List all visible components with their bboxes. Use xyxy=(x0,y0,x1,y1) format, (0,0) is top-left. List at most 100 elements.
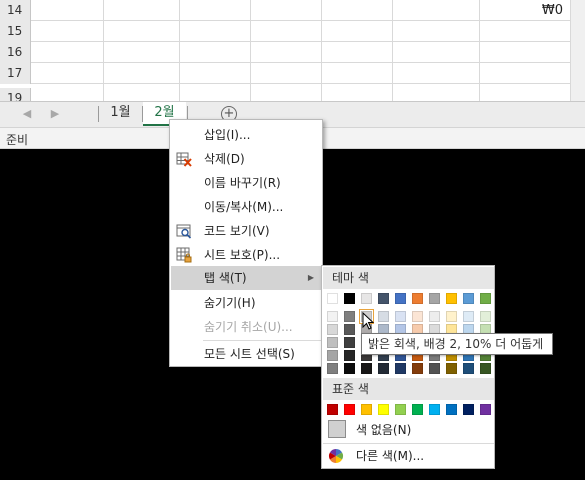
more-colors-button[interactable]: 다른 색(M)... xyxy=(323,444,494,468)
color-swatch[interactable] xyxy=(344,350,355,361)
menu-item-move-copy[interactable]: 이동/복사(M)... xyxy=(171,195,322,219)
color-swatch[interactable] xyxy=(412,404,423,415)
grid-row[interactable]: 17 xyxy=(0,63,585,84)
color-swatch[interactable] xyxy=(463,404,474,415)
menu-item-label: 탭 색(T) xyxy=(204,271,247,285)
color-swatch[interactable] xyxy=(395,363,406,374)
color-swatch[interactable] xyxy=(480,363,491,374)
worksheet-grid[interactable]: 14 ₩0 15 16 17 19 xyxy=(0,0,585,101)
color-swatch[interactable] xyxy=(480,404,491,415)
color-tooltip: 밝은 회색, 배경 2, 10% 더 어둡게 xyxy=(361,333,553,355)
grid-row[interactable]: 16 xyxy=(0,42,585,63)
status-text: 준비 xyxy=(6,133,29,147)
row-header[interactable]: 19 xyxy=(0,88,31,101)
color-swatch[interactable] xyxy=(395,293,406,304)
chevron-right-icon: ▶ xyxy=(307,273,314,282)
column-gridline xyxy=(321,0,322,101)
no-color-swatch-icon xyxy=(328,420,346,438)
menu-item-tab-color[interactable]: 탭 색(T) ▶ xyxy=(171,266,322,290)
row-header[interactable]: 15 xyxy=(0,21,31,42)
color-swatch[interactable] xyxy=(429,293,440,304)
color-swatch[interactable] xyxy=(412,293,423,304)
menu-item-unhide: 숨기기 취소(U)... xyxy=(171,315,322,339)
color-swatch[interactable] xyxy=(480,311,491,322)
menu-item-insert[interactable]: 삽입(I)... xyxy=(171,123,322,147)
color-swatch[interactable] xyxy=(429,363,440,374)
protect-sheet-icon xyxy=(176,247,192,263)
color-swatch[interactable] xyxy=(327,293,338,304)
menu-item-label: 삭제(D) xyxy=(204,152,245,166)
mouse-cursor-icon xyxy=(362,312,374,330)
color-swatch[interactable] xyxy=(446,311,457,322)
menu-item-view-code[interactable]: 코드 보기(V) xyxy=(171,219,322,243)
grid-row[interactable]: 15 xyxy=(0,21,585,42)
row-header[interactable]: 17 xyxy=(0,63,31,84)
color-swatch[interactable] xyxy=(327,404,338,415)
color-swatch[interactable] xyxy=(344,324,355,335)
color-swatch[interactable] xyxy=(463,293,474,304)
menu-item-delete[interactable]: 삭제(D) xyxy=(171,147,322,171)
color-swatch[interactable] xyxy=(446,363,457,374)
chevron-left-icon[interactable]: ◀ xyxy=(18,105,36,123)
row-header[interactable]: 14 xyxy=(0,0,31,21)
delete-sheet-icon xyxy=(176,152,192,167)
color-swatch[interactable] xyxy=(395,404,406,415)
menu-item-label: 숨기기(H) xyxy=(204,296,256,310)
column-gridline xyxy=(103,0,104,101)
row-header[interactable]: 16 xyxy=(0,42,31,63)
color-swatch[interactable] xyxy=(327,350,338,361)
menu-item-hide[interactable]: 숨기기(H) xyxy=(171,291,322,315)
cell-value[interactable]: ₩0 xyxy=(542,0,563,21)
color-swatch[interactable] xyxy=(344,363,355,374)
color-swatch[interactable] xyxy=(378,311,389,322)
color-swatch[interactable] xyxy=(480,293,491,304)
color-swatch[interactable] xyxy=(446,293,457,304)
color-swatch[interactable] xyxy=(463,363,474,374)
grid-row[interactable]: 19 xyxy=(0,84,585,101)
color-swatch[interactable] xyxy=(395,311,406,322)
no-color-label: 색 없음(N) xyxy=(356,423,412,437)
color-swatch[interactable] xyxy=(344,293,355,304)
color-swatch[interactable] xyxy=(361,293,372,304)
sheet-tab-1[interactable]: 1월 xyxy=(99,102,142,126)
menu-item-rename[interactable]: 이름 바꾸기(R) xyxy=(171,171,322,195)
column-gridline xyxy=(179,0,180,101)
color-swatch[interactable] xyxy=(412,311,423,322)
color-swatch[interactable] xyxy=(327,337,338,348)
color-swatch[interactable] xyxy=(327,311,338,322)
standard-colors-header: 표준 색 xyxy=(323,378,494,400)
view-code-icon xyxy=(176,224,192,239)
vertical-scrollbar[interactable] xyxy=(570,0,585,101)
color-swatch[interactable] xyxy=(378,404,389,415)
color-swatch[interactable] xyxy=(446,404,457,415)
color-swatch[interactable] xyxy=(361,404,372,415)
color-swatch[interactable] xyxy=(378,363,389,374)
chevron-right-icon[interactable]: ▶ xyxy=(46,105,64,123)
column-gridline xyxy=(250,0,251,101)
color-swatch[interactable] xyxy=(412,363,423,374)
color-swatch[interactable] xyxy=(429,404,440,415)
menu-item-label: 코드 보기(V) xyxy=(204,224,270,238)
color-swatch[interactable] xyxy=(361,363,372,374)
sheet-context-menu: 삽입(I)... 삭제(D) 이름 바꾸기(R) 이동/복사(M)... 코드 … xyxy=(169,119,323,367)
menu-item-label: 이름 바꾸기(R) xyxy=(204,176,281,190)
color-swatch[interactable] xyxy=(344,404,355,415)
color-palette-icon xyxy=(329,449,343,463)
menu-item-select-all-sheets[interactable]: 모든 시트 선택(S) xyxy=(171,342,322,366)
tab-color-panel: 테마 색 표준 색 색 없음(N) 다른 색(M)... xyxy=(321,265,495,469)
menu-item-label: 시트 보호(P)... xyxy=(204,248,281,262)
no-color-button[interactable]: 색 없음(N) xyxy=(323,418,494,442)
color-swatch[interactable] xyxy=(344,311,355,322)
menu-item-protect-sheet[interactable]: 시트 보호(P)... xyxy=(171,243,322,267)
menu-item-label: 삽입(I)... xyxy=(204,128,251,142)
color-swatch[interactable] xyxy=(378,293,389,304)
menu-item-label: 숨기기 취소(U)... xyxy=(204,320,293,334)
color-swatch[interactable] xyxy=(463,311,474,322)
color-swatch[interactable] xyxy=(344,337,355,348)
grid-row[interactable]: 14 ₩0 xyxy=(0,0,585,21)
column-gridline xyxy=(479,0,480,101)
color-swatch[interactable] xyxy=(429,311,440,322)
menu-item-label: 모든 시트 선택(S) xyxy=(204,347,295,361)
color-swatch[interactable] xyxy=(327,363,338,374)
color-swatch[interactable] xyxy=(327,324,338,335)
